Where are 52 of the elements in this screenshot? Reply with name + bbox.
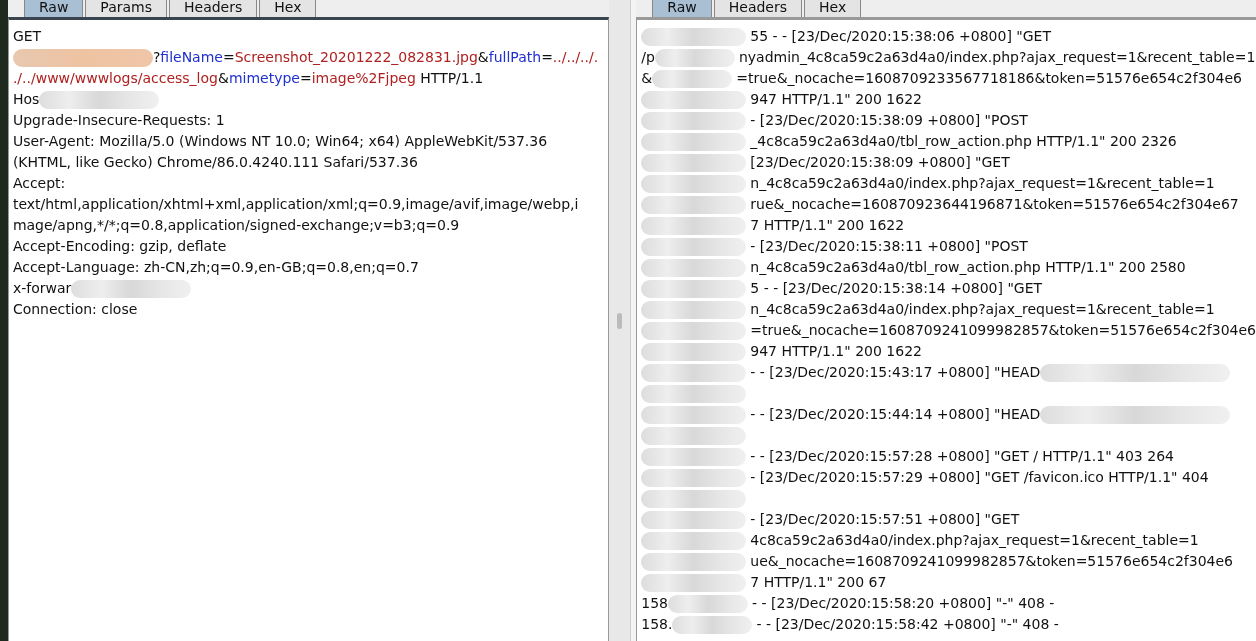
log-line: - [23/Dec/2020:15:38:09 +0800] "POST bbox=[750, 111, 1028, 130]
log-line: =true&_nocache=1608709241099982857&token=51576e654c2f304e6 bbox=[750, 321, 1256, 340]
log-line: - - [23/Dec/2020:15:44:14 +0800] "HEAD bbox=[750, 405, 1041, 424]
request-line: Accept-Language: zh-CN,zh;q=0.9,en-GB;q=0.8,en;q=0.7 bbox=[12, 258, 419, 277]
request-line: mage/apng,*/*;q=0.8,application/signed-exchange;v=b3;q=0.9 bbox=[12, 216, 460, 235]
log-line: n_4c8ca59c2a63d4a0/index.php?ajax_request=1&recent_table=1 bbox=[750, 300, 1215, 319]
request-line: Hos bbox=[12, 90, 40, 109]
log-line: - [23/Dec/2020:15:57:51 +0800] "GET bbox=[750, 510, 1020, 529]
request-line: x-forwar bbox=[12, 279, 72, 298]
request-line: ?fileName=Screenshot_20201222_082831.jpg&fullPath=../../../. bbox=[152, 48, 599, 67]
log-line: 5 - - [23/Dec/2020:15:38:14 +0800] "GET bbox=[750, 279, 1043, 298]
request-line: Accept: bbox=[12, 174, 66, 193]
log-line: - - [23/Dec/2020:15:58:20 +0800] "-" 408 - bbox=[752, 594, 1055, 613]
request-line: Accept-Encoding: gzip, deflate bbox=[12, 237, 227, 256]
log-line: nyadmin_4c8ca59c2a63d4a0/index.php?ajax_request=1&recent_table=1 bbox=[738, 48, 1256, 67]
log-line: =true&_nocache=1608709233567718186&token=51576e654c2f304e6 bbox=[736, 69, 1242, 88]
log-line: 4c8ca59c2a63d4a0/index.php?ajax_request=1&recent_table=1 bbox=[750, 531, 1199, 550]
log-line: - - [23/Dec/2020:15:57:28 +0800] "GET / HTTP/1.1" 403 264 bbox=[750, 447, 1174, 466]
log-line: 55 - - [23/Dec/2020:15:38:06 +0800] "GET bbox=[750, 27, 1051, 46]
request-line: (KHTML, like Gecko) Chrome/86.0.4240.111 Safari/537.36 bbox=[12, 153, 418, 172]
request-line: Upgrade-Insecure-Requests: 1 bbox=[12, 111, 225, 130]
tab[interactable]: Headers bbox=[713, 0, 803, 17]
request-line: User-Agent: Mozilla/5.0 (Windows NT 10.0; Win64; x64) AppleWebKit/537.36 bbox=[12, 132, 548, 151]
log-line: - [23/Dec/2020:15:57:29 +0800] "GET /favicon.ico HTTP/1.1" 404 bbox=[750, 468, 1209, 487]
log-fragment: & bbox=[641, 69, 653, 88]
tab[interactable]: Raw bbox=[652, 0, 712, 17]
log-line: 947 HTTP/1.1" 200 1622 bbox=[750, 90, 922, 109]
log-line: 7 HTTP/1.1" 200 1622 bbox=[750, 216, 905, 235]
log-line: 7 HTTP/1.1" 200 67 bbox=[750, 573, 887, 592]
log-line: - - [23/Dec/2020:15:43:17 +0800] "HEAD bbox=[750, 363, 1041, 382]
log-line: [23/Dec/2020:15:38:09 +0800] "GET bbox=[750, 153, 1010, 172]
request-line: ./../www/wwwlogs/access_log&mimetype=image%2Fjpeg HTTP/1.1 bbox=[12, 69, 484, 88]
log-line: _4c8ca59c2a63d4a0/tbl_row_action.php HTTP/1.1" 200 2326 bbox=[750, 132, 1177, 151]
log-fragment: /p bbox=[641, 48, 655, 67]
log-line: - - [23/Dec/2020:15:58:42 +0800] "-" 408 - bbox=[756, 615, 1059, 634]
splitter-handle[interactable] bbox=[617, 312, 622, 329]
log-line: n_4c8ca59c2a63d4a0/index.php?ajax_request=1&recent_table=1 bbox=[750, 174, 1215, 193]
log-line: rue&_nocache=160870923644196871&token=51576e654c2f304e67 bbox=[750, 195, 1239, 214]
request-line: text/html,application/xhtml+xml,application/xml;q=0.9,image/avif,image/webp,i bbox=[12, 195, 579, 214]
log-line: n_4c8ca59c2a63d4a0/tbl_row_action.php HTTP/1.1" 200 2580 bbox=[750, 258, 1186, 277]
log-line: 947 HTTP/1.1" 200 1622 bbox=[750, 342, 922, 361]
log-fragment: 158 bbox=[641, 594, 669, 613]
tab[interactable]: Raw bbox=[23, 0, 84, 17]
request-line: Connection: close bbox=[12, 300, 138, 319]
tab[interactable]: Hex bbox=[804, 0, 862, 17]
log-fragment: 158. bbox=[641, 615, 673, 634]
tab[interactable]: Params bbox=[85, 0, 167, 17]
tab[interactable]: Hex bbox=[259, 0, 317, 17]
log-line: ue&_nocache=1608709241099982857&token=51576e654c2f304e6 bbox=[750, 552, 1233, 571]
tab[interactable]: Headers bbox=[169, 0, 258, 17]
log-line: - [23/Dec/2020:15:38:11 +0800] "POST bbox=[750, 237, 1028, 256]
request-line: GET bbox=[12, 27, 42, 46]
